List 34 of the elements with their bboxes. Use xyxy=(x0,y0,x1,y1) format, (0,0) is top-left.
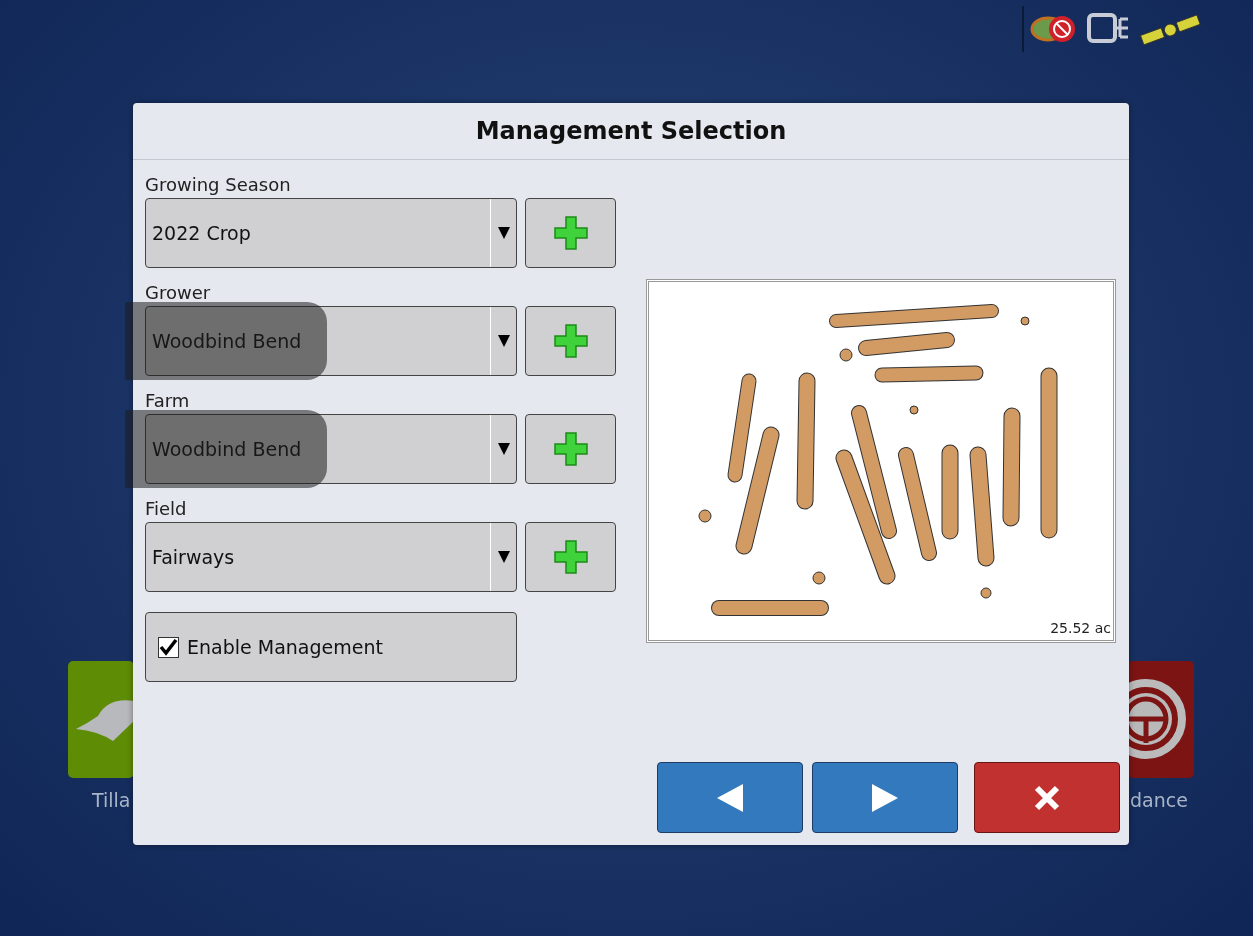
next-button[interactable] xyxy=(812,762,958,833)
dropdown-arrow-icon xyxy=(496,225,511,241)
close-icon xyxy=(1033,783,1061,812)
app-label: dance xyxy=(1130,788,1188,813)
field-label: Field xyxy=(145,497,188,521)
close-button[interactable] xyxy=(974,762,1120,833)
dropdown-arrow-icon xyxy=(496,549,511,565)
dropdown-arrow-icon xyxy=(496,333,511,349)
field-label: Farm xyxy=(145,389,191,413)
area-text: 25.52 ac xyxy=(1050,619,1111,638)
dropdown[interactable]: Fairways xyxy=(145,522,517,592)
add-button[interactable] xyxy=(525,198,616,268)
app-tile[interactable] xyxy=(68,661,134,778)
enable-management-checkbox[interactable]: Enable Management xyxy=(145,612,517,682)
app-tile[interactable] xyxy=(1128,661,1194,778)
app-label: Tilla xyxy=(92,788,131,813)
field-label: Growing Season xyxy=(145,173,292,197)
dropdown[interactable]: 2022 Crop xyxy=(145,198,517,268)
checkmark-icon xyxy=(159,638,178,656)
left-arrow-icon xyxy=(715,781,745,814)
add-button[interactable] xyxy=(525,306,616,376)
add-button[interactable] xyxy=(525,414,616,484)
back-button[interactable] xyxy=(657,762,803,833)
dropdown-arrow-icon xyxy=(496,441,511,457)
add-button[interactable] xyxy=(525,522,616,592)
plus-icon xyxy=(551,430,590,468)
dropdown[interactable]: Woodbind Bend xyxy=(145,306,517,376)
field-label: Grower xyxy=(145,281,212,305)
plus-icon xyxy=(551,214,590,252)
right-arrow-icon xyxy=(870,781,900,814)
plus-icon xyxy=(551,322,590,360)
plus-icon xyxy=(551,538,590,576)
dropdown[interactable]: Woodbind Bend xyxy=(145,414,517,484)
dialog-title: Management Selection xyxy=(475,116,787,147)
